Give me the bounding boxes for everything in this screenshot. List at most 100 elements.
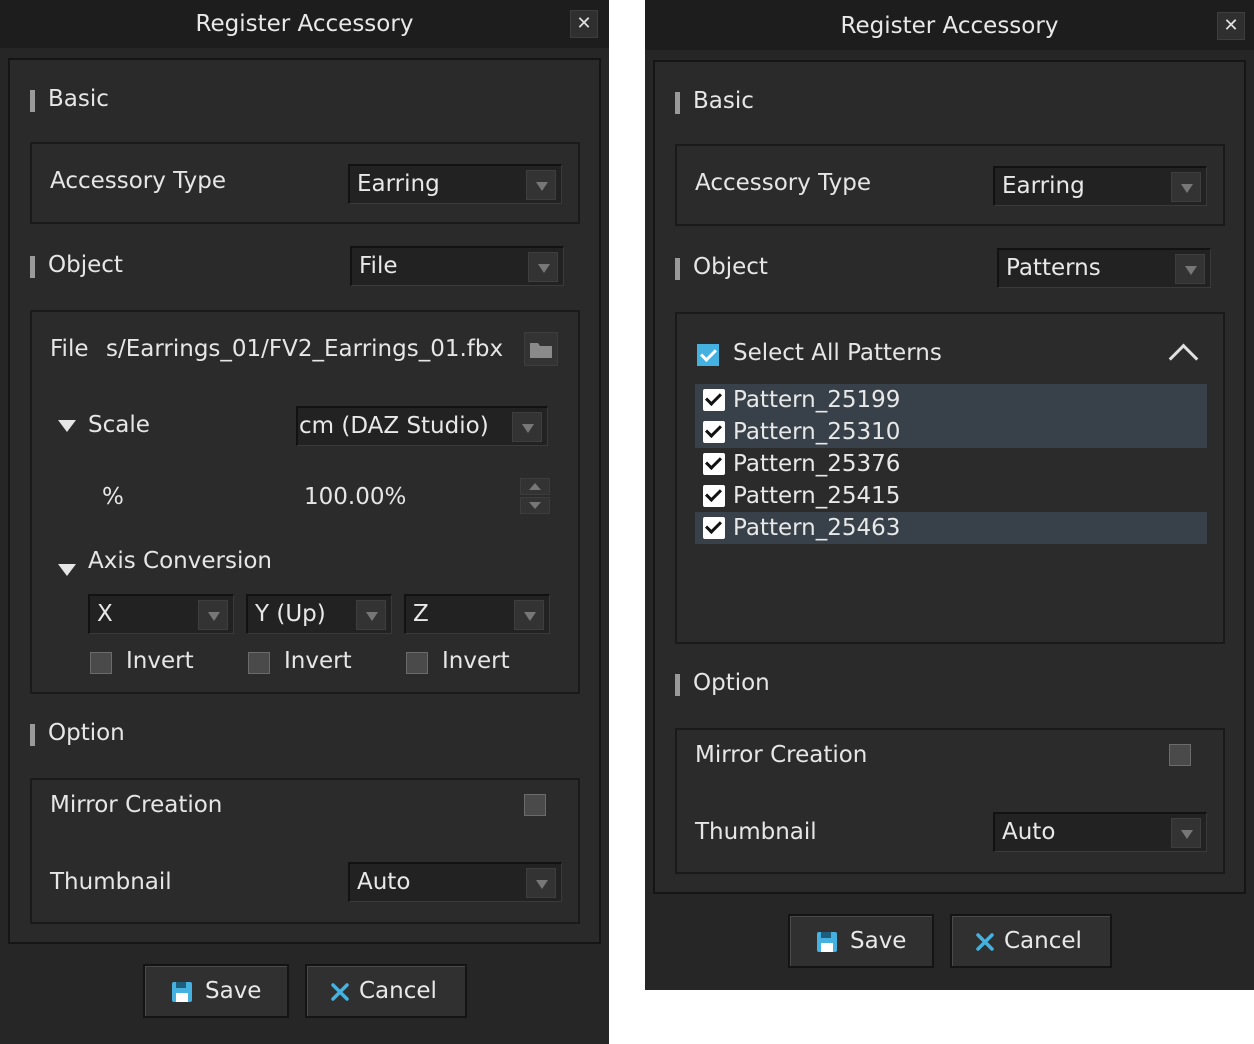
- axis-z-select[interactable]: Z: [404, 594, 550, 634]
- cancel-label: Cancel: [1004, 928, 1082, 954]
- pattern-checkbox[interactable]: [703, 485, 725, 507]
- object-source-value: Patterns: [1006, 255, 1101, 281]
- section-marker: [675, 674, 680, 696]
- thumbnail-value: Auto: [357, 869, 411, 895]
- title-bar: Register Accessory ✕: [0, 0, 609, 48]
- close-button[interactable]: ✕: [1217, 12, 1245, 40]
- percent-spinner[interactable]: [520, 478, 550, 514]
- thumbnail-value: Auto: [1002, 819, 1056, 845]
- invert-z-checkbox[interactable]: [406, 652, 428, 674]
- title-bar: Register Accessory ✕: [645, 0, 1254, 50]
- close-icon: ✕: [576, 13, 592, 34]
- invert-y-label: Invert: [284, 648, 352, 674]
- chevron-down-icon: [356, 600, 386, 630]
- section-option-title: Option: [48, 720, 125, 746]
- pattern-checkbox[interactable]: [703, 517, 725, 539]
- dialog-title: Register Accessory: [195, 11, 414, 37]
- content-panel: Basic Accessory Type Earring Object Patt…: [653, 60, 1246, 894]
- accessory-type-label: Accessory Type: [695, 170, 872, 196]
- invert-x-checkbox[interactable]: [90, 652, 112, 674]
- patterns-box: Select All Patterns Pattern_25199 Pattern…: [675, 312, 1225, 644]
- increment-icon[interactable]: [520, 478, 550, 495]
- scale-label: Scale: [88, 412, 150, 438]
- thumbnail-label: Thumbnail: [50, 869, 172, 895]
- section-option-title: Option: [693, 670, 770, 696]
- basic-box: Accessory Type Earring: [30, 142, 580, 224]
- register-accessory-dialog-file: Register Accessory ✕ Basic Accessory Typ…: [0, 0, 609, 1044]
- pattern-checkbox[interactable]: [703, 421, 725, 443]
- percent-value-field[interactable]: 100.00%: [304, 484, 406, 510]
- chevron-up-icon[interactable]: [1168, 343, 1199, 374]
- percent-label: %: [102, 484, 124, 510]
- pattern-row[interactable]: Pattern_25415: [695, 480, 1207, 512]
- section-basic-title: Basic: [48, 86, 109, 112]
- accessory-type-value: Earring: [1002, 173, 1085, 199]
- scale-unit-value: cm (DAZ Studio): [299, 413, 489, 439]
- pattern-name: Pattern_25199: [733, 387, 901, 413]
- pattern-list: Pattern_25199 Pattern_25310 Pattern_25376 P…: [695, 384, 1207, 554]
- pattern-name: Pattern_25463: [733, 515, 901, 541]
- browse-folder-button[interactable]: [524, 332, 558, 366]
- chevron-down-icon: [526, 868, 556, 898]
- cancel-button[interactable]: Cancel: [950, 914, 1112, 968]
- invert-z-label: Invert: [442, 648, 510, 674]
- mirror-creation-checkbox[interactable]: [1169, 744, 1191, 766]
- scale-collapse-icon[interactable]: [58, 420, 76, 432]
- select-all-label[interactable]: Select All Patterns: [733, 340, 942, 366]
- chevron-down-icon: [528, 252, 558, 282]
- save-label: Save: [850, 928, 907, 954]
- x-icon: [331, 983, 349, 1001]
- save-button[interactable]: Save: [788, 914, 934, 968]
- section-object-title: Object: [48, 252, 123, 278]
- option-box: Mirror Creation Thumbnail Auto: [30, 778, 580, 924]
- accessory-type-value: Earring: [357, 171, 440, 197]
- thumbnail-select[interactable]: Auto: [348, 862, 562, 902]
- save-label: Save: [205, 978, 262, 1004]
- invert-y-checkbox[interactable]: [248, 652, 270, 674]
- thumbnail-label: Thumbnail: [695, 819, 817, 845]
- pattern-name: Pattern_25310: [733, 419, 901, 445]
- pattern-row[interactable]: Pattern_25310: [695, 416, 1207, 448]
- save-icon: [172, 982, 192, 1002]
- accessory-type-select[interactable]: Earring: [993, 166, 1207, 206]
- pattern-row[interactable]: Pattern_25199: [695, 384, 1207, 416]
- object-box: File s/Earrings_01/FV2_Earrings_01.fbx S…: [30, 310, 580, 694]
- section-marker: [30, 90, 35, 112]
- cancel-button[interactable]: Cancel: [305, 964, 467, 1018]
- mirror-creation-label: Mirror Creation: [50, 792, 223, 818]
- pattern-name: Pattern_25376: [733, 451, 901, 477]
- axis-x-select[interactable]: X: [88, 594, 234, 634]
- axis-y-value: Y (Up): [255, 601, 326, 627]
- thumbnail-select[interactable]: Auto: [993, 812, 1207, 852]
- axis-y-select[interactable]: Y (Up): [246, 594, 392, 634]
- close-button[interactable]: ✕: [570, 10, 598, 38]
- save-button[interactable]: Save: [143, 964, 289, 1018]
- chevron-down-icon: [1175, 254, 1205, 284]
- pattern-checkbox[interactable]: [703, 389, 725, 411]
- option-box: Mirror Creation Thumbnail Auto: [675, 728, 1225, 874]
- cancel-label: Cancel: [359, 978, 437, 1004]
- pattern-checkbox[interactable]: [703, 453, 725, 475]
- file-path-field[interactable]: s/Earrings_01/FV2_Earrings_01.fbx: [106, 336, 506, 362]
- axis-collapse-icon[interactable]: [58, 564, 76, 576]
- select-all-checkbox[interactable]: [697, 344, 719, 366]
- axis-x-value: X: [97, 601, 113, 627]
- object-source-value: File: [359, 253, 398, 279]
- chevron-down-icon: [198, 600, 228, 630]
- axis-z-value: Z: [413, 601, 429, 627]
- content-panel: Basic Accessory Type Earring Object File…: [8, 58, 601, 944]
- chevron-down-icon: [1171, 172, 1201, 202]
- section-object-title: Object: [693, 254, 768, 280]
- section-basic-title: Basic: [693, 88, 754, 114]
- chevron-down-icon: [526, 170, 556, 200]
- object-source-select[interactable]: Patterns: [997, 248, 1211, 288]
- mirror-creation-checkbox[interactable]: [524, 794, 546, 816]
- pattern-row[interactable]: Pattern_25463: [695, 512, 1207, 544]
- object-source-select[interactable]: File: [350, 246, 564, 286]
- scale-unit-select[interactable]: cm (DAZ Studio): [296, 406, 548, 446]
- x-icon: [976, 933, 994, 951]
- accessory-type-select[interactable]: Earring: [348, 164, 562, 204]
- invert-x-label: Invert: [126, 648, 194, 674]
- pattern-row[interactable]: Pattern_25376: [695, 448, 1207, 480]
- decrement-icon[interactable]: [520, 497, 550, 514]
